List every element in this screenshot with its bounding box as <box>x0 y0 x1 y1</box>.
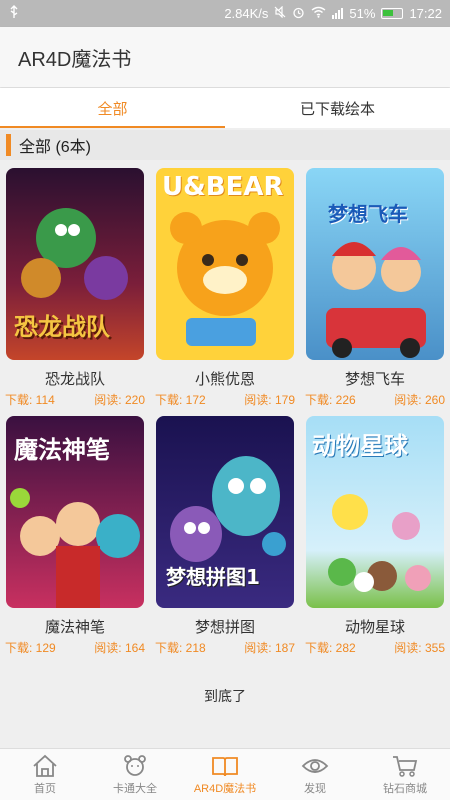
wifi-icon <box>311 6 326 21</box>
book-cover[interactable]: 恐龙战队 <box>6 168 144 360</box>
download-count: 下载: 282 <box>305 641 356 655</box>
book-item[interactable]: 恐龙战队 恐龙战队 下载: 114 阅读: 220 <box>0 166 150 408</box>
nav-label: 发现 <box>304 782 326 795</box>
cover-title-text: 梦想飞车 <box>328 202 408 226</box>
read-count: 阅读: 260 <box>394 393 445 407</box>
read-count: 阅读: 220 <box>94 393 145 407</box>
book-title: 小熊优恩 <box>194 371 255 388</box>
cover-illustration <box>306 168 444 360</box>
book-title: 魔法神笔 <box>44 619 105 636</box>
mute-icon <box>274 5 286 21</box>
read-count: 阅读: 355 <box>394 641 445 655</box>
section-accent-bar <box>6 134 11 156</box>
nav-label: 首页 <box>34 782 56 795</box>
download-count: 下载: 129 <box>5 641 56 655</box>
book-cover[interactable]: 动物星球 <box>306 416 444 608</box>
signal-icon <box>332 8 344 19</box>
book-stats: 下载: 172 阅读: 179 <box>150 391 300 408</box>
nav-ar-book[interactable]: AR4D魔法书 <box>180 749 270 800</box>
book-stats: 下载: 226 阅读: 260 <box>300 391 450 408</box>
download-count: 下载: 226 <box>305 393 356 407</box>
book-grid: 恐龙战队 恐龙战队 下载: 114 阅读: 220 U&BEAR 小熊优恩 下载… <box>0 166 450 656</box>
bottom-nav: 首页 卡通大全 AR4D魔法书 发现 钻石商城 <box>0 748 450 800</box>
book-item[interactable]: 梦想拼图1 梦想拼图 下载: 218 阅读: 187 <box>150 414 300 656</box>
read-count: 阅读: 187 <box>244 641 295 655</box>
download-count: 下载: 114 <box>5 393 55 407</box>
cover-title-text: 恐龙战队 <box>14 313 110 341</box>
app-bar: AR4D魔法书 <box>0 27 450 87</box>
nav-discover[interactable]: 发现 <box>270 749 360 800</box>
tab-bar: 全部 已下载绘本 <box>0 88 450 128</box>
book-cover[interactable]: U&BEAR <box>156 168 294 360</box>
book-cover[interactable]: 魔法神笔 <box>6 416 144 608</box>
tab-all[interactable]: 全部 <box>0 88 225 128</box>
book-title: 梦想拼图 <box>194 619 255 636</box>
usb-icon <box>8 5 20 22</box>
book-cover[interactable]: 梦想飞车 <box>306 168 444 360</box>
book-item[interactable]: 动物星球 动物星球 下载: 282 阅读: 355 <box>300 414 450 656</box>
end-of-list-text: 到底了 <box>204 688 246 704</box>
clock-time: 17:22 <box>409 6 442 21</box>
cover-title-text: U&BEAR <box>162 172 284 202</box>
cover-title-text: 动物星球 <box>312 432 408 460</box>
tab-downloaded[interactable]: 已下载绘本 <box>225 88 450 128</box>
eye-icon <box>301 758 329 773</box>
nav-home[interactable]: 首页 <box>0 749 90 800</box>
page-title: AR4D魔法书 <box>18 48 132 71</box>
download-count: 下载: 218 <box>155 641 206 655</box>
read-count: 阅读: 164 <box>94 641 145 655</box>
book-stats: 下载: 114 阅读: 220 <box>0 391 150 408</box>
nav-label: AR4D魔法书 <box>193 782 257 795</box>
cover-title-text: 魔法神笔 <box>14 436 110 464</box>
section-title: 全部 (6本) <box>19 139 92 156</box>
network-speed: 2.84K/s <box>224 6 269 21</box>
book-title: 动物星球 <box>344 619 405 636</box>
battery-percent: 51% <box>349 6 376 21</box>
book-stats: 下载: 218 阅读: 187 <box>150 639 300 656</box>
book-title: 恐龙战队 <box>44 371 105 388</box>
nav-shop[interactable]: 钻石商城 <box>360 749 450 800</box>
cart-icon <box>393 755 418 777</box>
alarm-icon <box>292 6 305 22</box>
nav-label: 卡通大全 <box>113 782 157 795</box>
bear-icon <box>124 754 146 776</box>
book-cover[interactable]: 梦想拼图1 <box>156 416 294 608</box>
book-item[interactable]: 梦想飞车 梦想飞车 下载: 226 阅读: 260 <box>300 166 450 408</box>
book-stats: 下载: 129 阅读: 164 <box>0 639 150 656</box>
battery-icon <box>381 8 404 19</box>
home-icon <box>33 754 57 777</box>
nav-cartoons[interactable]: 卡通大全 <box>90 749 180 800</box>
book-title: 梦想飞车 <box>344 371 405 388</box>
download-count: 下载: 172 <box>155 393 206 407</box>
book-icon <box>212 756 238 776</box>
book-item[interactable]: U&BEAR 小熊优恩 下载: 172 阅读: 179 <box>150 166 300 408</box>
book-item[interactable]: 魔法神笔 魔法神笔 下载: 129 阅读: 164 <box>0 414 150 656</box>
read-count: 阅读: 179 <box>244 393 295 407</box>
status-bar: 2.84K/s 51% 17:22 <box>0 0 450 27</box>
section-header: 全部 (6本) <box>0 130 450 160</box>
book-stats: 下载: 282 阅读: 355 <box>300 639 450 656</box>
nav-label: 钻石商城 <box>383 782 427 795</box>
cover-title-text: 梦想拼图1 <box>166 565 260 589</box>
